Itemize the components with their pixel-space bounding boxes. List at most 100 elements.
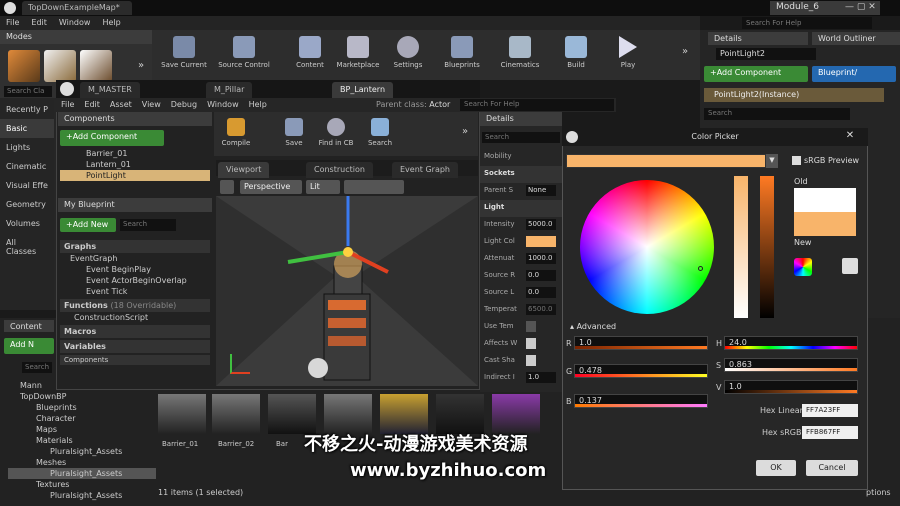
category-visual-effects[interactable]: Visual Effe: [0, 176, 54, 195]
bp-menu-view[interactable]: View: [137, 98, 166, 111]
macros-section[interactable]: Macros: [60, 325, 210, 338]
saturation-value-slider[interactable]: 0.863: [724, 358, 858, 372]
event-item[interactable]: Event ActorBeginOverlap: [60, 275, 210, 286]
viewport-3d[interactable]: [216, 196, 478, 386]
bp-menu-edit[interactable]: Edit: [79, 98, 105, 111]
my-blueprint-search-input[interactable]: Search: [120, 219, 176, 231]
menu-help[interactable]: Help: [96, 16, 126, 29]
green-slider[interactable]: 0.478: [574, 364, 708, 378]
landscape-mode-icon[interactable]: [80, 50, 112, 82]
cinematics-button[interactable]: Cinematics: [492, 32, 548, 78]
blueprints-button[interactable]: Blueprints: [434, 32, 490, 78]
bp-details-search-input[interactable]: Search: [482, 132, 560, 143]
content-browser-tab[interactable]: Content: [4, 320, 54, 332]
view-options-button[interactable]: ptions: [866, 488, 891, 497]
add-new-button[interactable]: +Add New: [60, 218, 116, 232]
bp-menu-window[interactable]: Window: [202, 98, 244, 111]
parent-socket-row[interactable]: Parent S None: [480, 183, 562, 200]
asset-thumbnail[interactable]: [324, 394, 372, 434]
bp-save-button[interactable]: Save: [274, 114, 314, 160]
build-button[interactable]: Build: [548, 32, 604, 78]
perspective-button[interactable]: Perspective: [240, 180, 302, 194]
blue-slider[interactable]: 0.137: [574, 394, 708, 408]
attenuation-row[interactable]: Attenuat 1000.0: [480, 251, 562, 268]
paint-mode-icon[interactable]: [44, 50, 76, 82]
tab-event-graph[interactable]: Event Graph: [392, 162, 458, 178]
save-current-button[interactable]: Save Current: [156, 32, 212, 78]
color-themes-icon[interactable]: [794, 258, 812, 276]
folder-item-selected[interactable]: Pluralsight_Assets: [8, 468, 156, 479]
color-wheel-cursor[interactable]: [698, 266, 703, 271]
component-item[interactable]: Barrier_01: [60, 148, 210, 159]
intensity-row[interactable]: Intensity 5000.0: [480, 217, 562, 234]
light-color-row[interactable]: Light Col: [480, 234, 562, 251]
temperature-row[interactable]: Temperat 6500.0: [480, 302, 562, 319]
event-item[interactable]: Event BeginPlay: [60, 264, 210, 275]
folder-item[interactable]: Meshes: [8, 457, 156, 468]
value-slider[interactable]: [760, 176, 774, 318]
content-add-new-button[interactable]: Add N: [4, 338, 54, 354]
toolbar-expand-icon[interactable]: »: [682, 46, 688, 57]
asset-thumbnail[interactable]: [158, 394, 206, 434]
blueprint-button[interactable]: Blueprint/: [812, 66, 896, 82]
tab-viewport[interactable]: Viewport: [218, 162, 270, 178]
asset-thumbnail[interactable]: [492, 394, 540, 434]
value-value-slider[interactable]: 1.0: [724, 380, 858, 394]
find-in-cb-button[interactable]: Find in CB: [314, 114, 358, 160]
add-component-button[interactable]: +Add Component: [60, 130, 164, 146]
level-add-component-button[interactable]: +Add Component: [704, 66, 808, 82]
category-basic[interactable]: Basic: [0, 119, 54, 138]
category-recently-placed[interactable]: Recently P: [0, 100, 54, 119]
asset-thumbnail[interactable]: [212, 394, 260, 434]
cast-shadows-row[interactable]: Cast Sha: [480, 353, 562, 370]
graphs-section[interactable]: Graphs: [60, 240, 210, 253]
folder-item[interactable]: Character: [8, 413, 156, 424]
tab-m-master[interactable]: M_MASTER: [80, 82, 140, 98]
color-wheel[interactable]: [580, 180, 714, 314]
asset-thumbnail[interactable]: [380, 394, 428, 434]
bp-menu-debug[interactable]: Debug: [166, 98, 202, 111]
bp-menu-help[interactable]: Help: [244, 98, 272, 111]
source-radius-row[interactable]: Source R 0.0: [480, 268, 562, 285]
transform-tools[interactable]: [344, 180, 404, 194]
folder-item[interactable]: Blueprints: [8, 402, 156, 413]
source-control-button[interactable]: Source Control: [216, 32, 272, 78]
window-controls[interactable]: — ▢ ✕: [845, 2, 895, 14]
menu-edit[interactable]: Edit: [25, 16, 53, 29]
components-section[interactable]: Components: [60, 355, 210, 365]
category-volumes[interactable]: Volumes: [0, 214, 54, 233]
folder-item[interactable]: Textures: [8, 479, 156, 490]
bp-search-help-input[interactable]: Search For Help: [460, 99, 614, 111]
hex-linear-input[interactable]: FF7A23FF: [802, 404, 858, 417]
tab-bp-lantern[interactable]: BP_Lantern: [332, 82, 394, 98]
light-section[interactable]: Light: [480, 200, 562, 217]
event-item[interactable]: Event Tick: [60, 286, 210, 297]
sockets-section[interactable]: Sockets: [480, 166, 562, 183]
bp-menu-file[interactable]: File: [56, 98, 79, 111]
color-preview-dropdown[interactable]: ▼: [766, 154, 778, 168]
category-all-classes[interactable]: All Classes: [0, 233, 54, 261]
details-tab[interactable]: Details: [708, 32, 808, 45]
content-search-input[interactable]: Search: [22, 362, 52, 373]
folder-item[interactable]: Pluralsight_Assets: [8, 490, 156, 501]
hex-srgb-input[interactable]: FFB867FF: [802, 426, 858, 439]
saturation-slider[interactable]: [734, 176, 748, 318]
folder-item[interactable]: Pluralsight_Assets: [8, 446, 156, 457]
tab-m-pillar[interactable]: M_Pillar: [206, 82, 253, 98]
functions-section[interactable]: Functions (18 Overridable): [60, 299, 210, 312]
level-details-search-input[interactable]: Search: [704, 108, 850, 120]
indirect-intensity-row[interactable]: Indirect I 1.0: [480, 370, 562, 387]
settings-button[interactable]: Settings: [380, 32, 436, 78]
component-item-selected[interactable]: PointLight: [60, 170, 210, 181]
bp-menu-asset[interactable]: Asset: [105, 98, 137, 111]
play-button[interactable]: Play: [600, 32, 656, 78]
folder-item[interactable]: Maps: [8, 424, 156, 435]
bp-toolbar-expand-icon[interactable]: »: [462, 126, 468, 137]
asset-thumbnail[interactable]: [268, 394, 316, 434]
source-length-row[interactable]: Source L 0.0: [480, 285, 562, 302]
compile-button[interactable]: Compile: [216, 114, 256, 160]
level-tab[interactable]: TopDownExampleMap*: [22, 1, 132, 15]
light-color-swatch[interactable]: [526, 236, 556, 247]
bp-search-button[interactable]: Search: [360, 114, 400, 160]
selected-actor-name-field[interactable]: PointLight2: [716, 48, 816, 60]
